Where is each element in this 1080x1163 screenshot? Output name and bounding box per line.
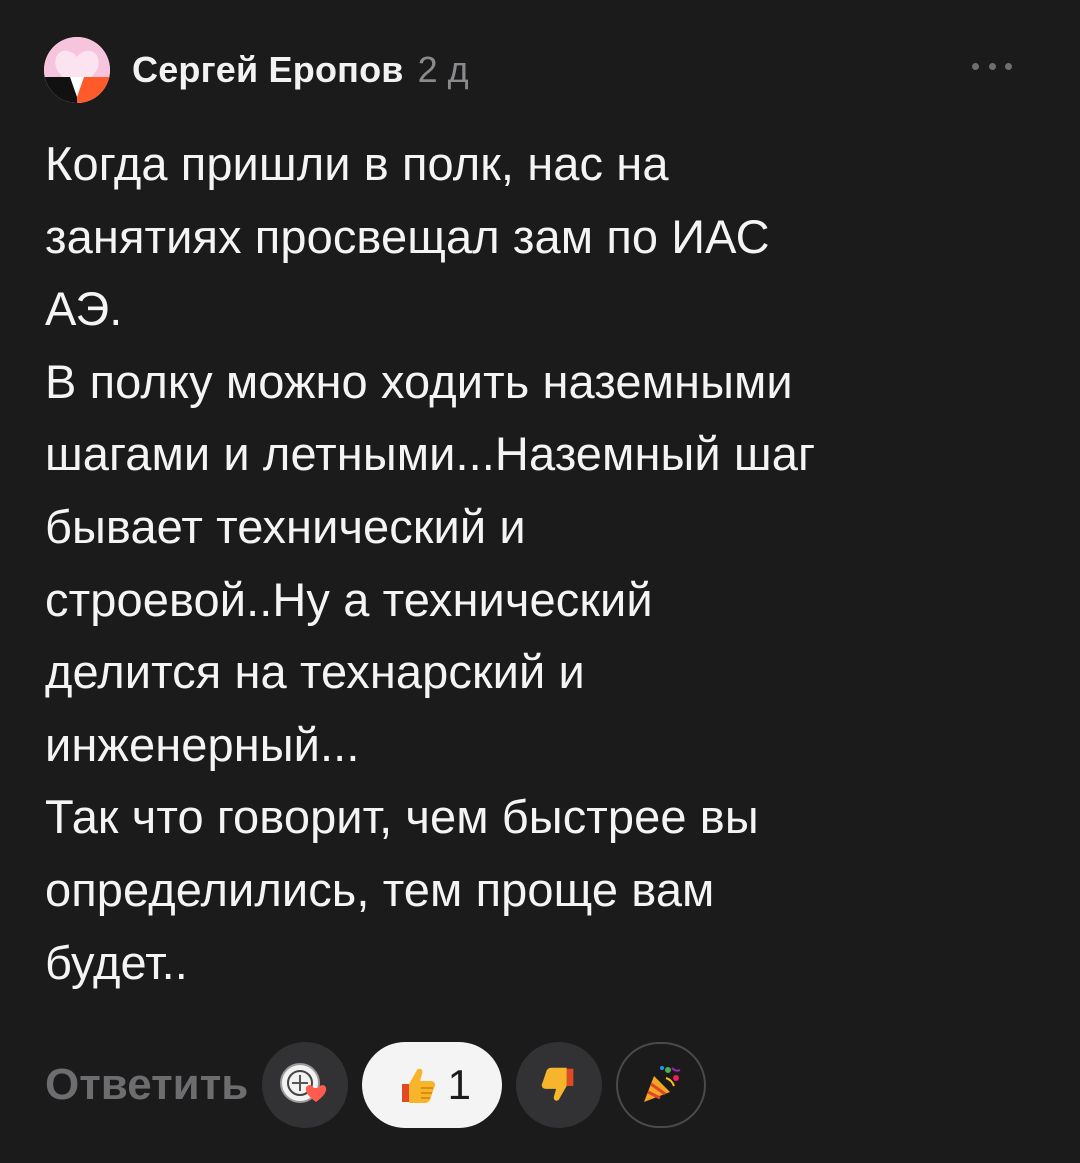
text-line: шагами и летными...Наземный шаг [45, 427, 816, 481]
more-icon[interactable] [972, 54, 1012, 78]
comment-actions: Ответить 1 [45, 1040, 720, 1130]
like-count: 1 [447, 1061, 471, 1108]
emblem-heart-icon [280, 1063, 327, 1103]
text-line: АЭ. [45, 282, 123, 336]
text-line: будет.. [45, 935, 188, 989]
text-line: занятиях просвещал зам по ИАС [45, 209, 770, 263]
comment-text: Когда пришли в полк, нас на занятиях прос… [45, 128, 1045, 999]
text-line: В полку можно ходить наземными [45, 354, 793, 408]
thumbs-down-icon [542, 1067, 574, 1101]
comment-card: Сергей Еропов 2 д Когда пришли в полк, н… [0, 0, 1080, 1163]
text-line: делится на технарский и [45, 645, 585, 699]
text-line: Когда пришли в полк, нас на [45, 137, 669, 190]
comment-time: 2 д [417, 49, 469, 90]
reaction-dislike-button[interactable] [516, 1042, 603, 1128]
reaction-like-button[interactable]: 1 [362, 1042, 503, 1128]
author-name[interactable]: Сергей Еропов [132, 49, 404, 91]
text-line: бывает технический и [45, 499, 526, 553]
thumbs-up-icon [401, 1068, 435, 1103]
comment-header: Сергей Еропов 2 д [44, 36, 1036, 104]
reaction-party-button[interactable] [616, 1042, 707, 1128]
reaction-emblem-button[interactable] [262, 1042, 349, 1128]
text-line: строевой..Ну а технический [45, 572, 653, 626]
text-line: инженерный... [45, 717, 360, 771]
text-line: определились, тем проще вам [45, 862, 715, 916]
party-popper-icon [644, 1066, 681, 1102]
reply-button[interactable]: Ответить [45, 1060, 248, 1110]
avatar[interactable] [44, 37, 110, 103]
text-line: Так что говорит, чем быстрее вы [45, 790, 759, 844]
avatar-image [44, 37, 110, 103]
